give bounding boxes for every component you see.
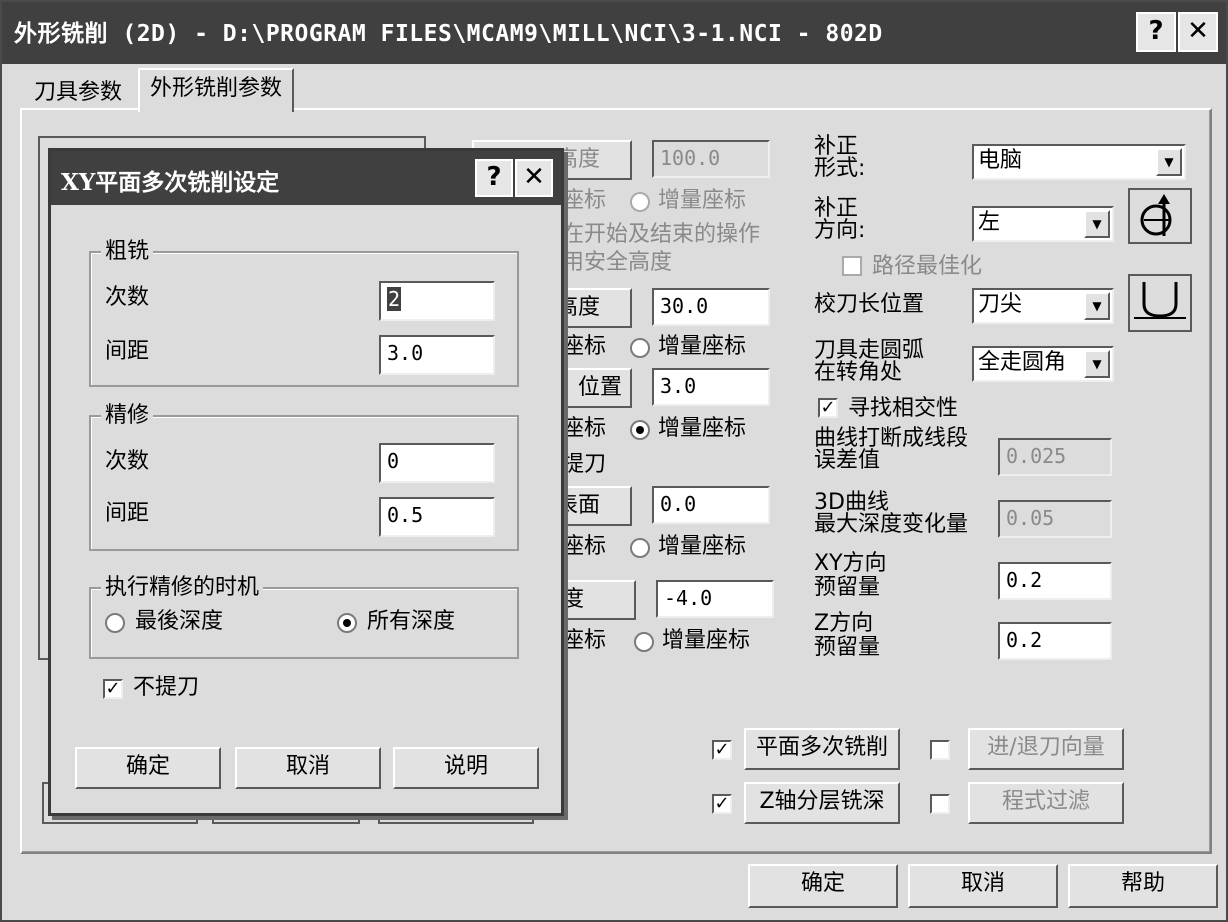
comp-type-value: 电脑 (978, 148, 1023, 173)
incr-radio-5[interactable] (634, 632, 654, 652)
path-opt-checkbox[interactable] (842, 256, 862, 276)
incr-radio-4[interactable] (630, 538, 650, 558)
arc-select[interactable]: 全走圆角 ▼ (972, 346, 1114, 382)
path-opt-label: 路径最佳化 (872, 254, 983, 279)
dialog-title: XY平面多次铣削设定 (61, 169, 280, 196)
incr-label-2: 增量座标 (658, 334, 747, 359)
top-stock-field[interactable]: 0.0 (652, 486, 770, 524)
intersect-checkbox[interactable]: ✓ (818, 398, 838, 418)
comp-dir-label: 补正 方向: (814, 196, 866, 243)
depth-field[interactable]: -4.0 (656, 580, 774, 618)
incr-label-3: 增量座标 (658, 416, 747, 441)
title-bar[interactable]: 外形铣削 (2D) - D:\PROGRAM FILES\MCAM9\MILL\… (2, 2, 1226, 64)
all-depths-radio[interactable] (337, 613, 357, 633)
ok-button[interactable]: 确定 (748, 864, 898, 908)
finish-count-field[interactable]: 0 (379, 443, 495, 483)
multi-pass-checkbox[interactable]: ✓ (712, 740, 732, 760)
finish-step-label: 间距 (105, 501, 150, 526)
all-depths-label: 所有深度 (367, 609, 456, 634)
intersect-label: 寻找相交性 (848, 396, 959, 421)
tip-value: 刀尖 (978, 292, 1023, 317)
z-stock-label: Z方向 预留量 (814, 611, 881, 660)
rough-count-value: 2 (387, 287, 402, 311)
abs-coord-label-3: 座标 (562, 416, 607, 441)
chevron-down-icon[interactable]: ▼ (1084, 350, 1110, 378)
break-field[interactable]: 0.025 (998, 438, 1112, 476)
abs-coord-label-1: 座标 (562, 188, 607, 213)
help-button[interactable]: 帮助 (1068, 864, 1218, 908)
tool-lift-label: 提刀 (562, 452, 607, 477)
comp-type-label: 补正 形式: (814, 134, 866, 181)
chevron-down-icon[interactable]: ▼ (1156, 148, 1182, 176)
arc-value: 全走圆角 (978, 350, 1067, 375)
cancel-button[interactable]: 取消 (908, 864, 1058, 908)
depth3d-field[interactable]: 0.05 (998, 500, 1112, 538)
abs-coord-label-4: 座标 (562, 534, 607, 559)
tip-select[interactable]: 刀尖 ▼ (972, 288, 1114, 324)
rough-count-field[interactable]: 2 (379, 281, 495, 321)
rough-step-field[interactable]: 3.0 (379, 335, 495, 375)
close-icon[interactable]: ✕ (515, 159, 553, 197)
incr-label-4: 增量座标 (658, 534, 747, 559)
z-stock-field[interactable]: 0.2 (998, 622, 1112, 660)
tip-label: 校刀长位置 (814, 292, 925, 317)
final-depth-label: 最後深度 (135, 609, 224, 634)
xy-stock-label: XY方向 预留量 (814, 551, 887, 600)
dialog-explain-button[interactable]: 说明 (393, 747, 539, 789)
incr-radio-2[interactable] (630, 338, 650, 358)
abs-coord-label-5: 座标 (562, 628, 607, 653)
rough-group-title: 粗铣 (101, 239, 154, 265)
multi-pass-dialog: XY平面多次铣削设定 ? ✕ 粗铣 次数 2 间距 3.0 精修 次数 0 间距… (48, 148, 564, 816)
finish-count-label: 次数 (105, 449, 150, 474)
depth-cut-button[interactable]: Z轴分层铣深 (744, 782, 900, 824)
comp-dir-select[interactable]: 左 ▼ (972, 206, 1114, 242)
filter-button[interactable]: 程式过滤 (968, 782, 1124, 824)
depth3d-label: 3D曲线 最大深度变化量 (814, 490, 969, 537)
lead-checkbox[interactable] (930, 740, 950, 760)
chevron-down-icon[interactable]: ▼ (1084, 292, 1110, 320)
depth-cut-checkbox[interactable]: ✓ (712, 794, 732, 814)
chevron-down-icon[interactable]: ▼ (1084, 210, 1110, 238)
break-label: 曲线打断成线段 误差值 (814, 426, 969, 473)
safe-note-1: 在开始及结束的操作 (562, 222, 761, 247)
finish-group-title: 精修 (101, 403, 154, 429)
no-lift-label: 不提刀 (133, 675, 200, 700)
rough-step-label: 间距 (105, 339, 150, 364)
window-title: 外形铣削 (2D) - D:\PROGRAM FILES\MCAM9\MILL\… (14, 21, 883, 47)
dialog-cancel-button[interactable]: 取消 (235, 747, 381, 789)
abs-coord-label-2: 座标 (562, 334, 607, 359)
dialog-title-bar[interactable]: XY平面多次铣削设定 ? ✕ (51, 151, 561, 205)
final-depth-radio[interactable] (105, 613, 125, 633)
comp-type-select[interactable]: 电脑 ▼ (972, 144, 1186, 180)
close-icon[interactable]: ✕ (1178, 12, 1218, 52)
incr-label-1: 增量座标 (658, 188, 747, 213)
incr-label-5: 增量座标 (662, 628, 751, 653)
help-icon[interactable]: ? (475, 159, 513, 197)
tab-contour-params[interactable]: 外形铣削参数 (138, 68, 295, 112)
incr-radio-1[interactable] (630, 192, 650, 212)
comp-dir-value: 左 (978, 210, 1001, 235)
finish-step-field[interactable]: 0.5 (379, 497, 495, 537)
multi-pass-button[interactable]: 平面多次铣削 (744, 728, 900, 770)
timing-group-title: 执行精修的时机 (101, 575, 264, 601)
lead-button[interactable]: 进/退刀向量 (968, 728, 1124, 770)
no-lift-checkbox[interactable]: ✓ (103, 679, 123, 699)
xy-stock-field[interactable]: 0.2 (998, 562, 1112, 600)
filter-checkbox[interactable] (930, 794, 950, 814)
arc-label: 刀具走圆弧 在转角处 (814, 338, 925, 385)
help-icon[interactable]: ? (1136, 12, 1176, 52)
feed-plane-field[interactable]: 3.0 (652, 368, 770, 406)
comp-left-icon (1128, 188, 1192, 244)
safe-note-2: 用安全高度 (562, 250, 673, 275)
dialog-ok-button[interactable]: 确定 (75, 747, 221, 789)
incr-radio-3[interactable] (630, 420, 650, 440)
rough-count-label: 次数 (105, 285, 150, 310)
retract-height-field[interactable]: 30.0 (652, 288, 770, 326)
clearance-height-field[interactable]: 100.0 (652, 140, 770, 178)
tool-tip-icon (1128, 274, 1192, 332)
